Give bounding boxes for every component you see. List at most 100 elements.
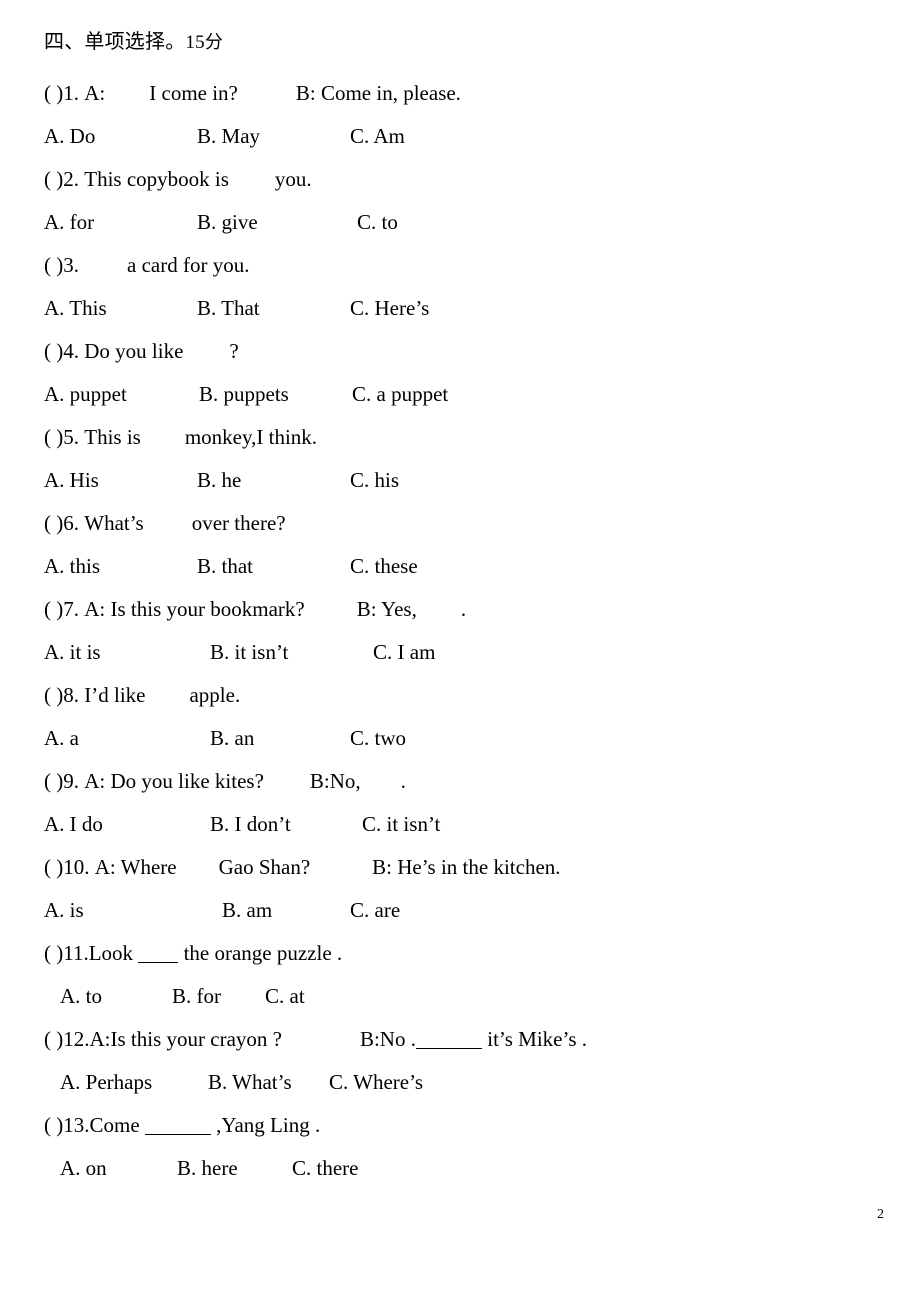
answer-bracket-5[interactable]: ( ) [44,425,63,449]
option-a[interactable]: A. for [44,201,94,244]
question-number-8: 8. [63,683,79,707]
option-c-text: two [374,726,407,750]
option-a[interactable]: A. on [60,1147,107,1190]
exam-page: 四、单项选择。15分 ( )1. A: I come in? B: Come in,… [0,0,920,1302]
option-b[interactable]: B. it isn’t [210,631,288,674]
option-a[interactable]: A. to [60,975,102,1018]
option-b-key: B. [222,898,242,922]
question-number-11: 11. [63,941,89,965]
answer-bracket-12[interactable]: ( ) [44,1027,63,1051]
option-a[interactable]: A. I do [44,803,103,846]
option-c-text: to [381,210,398,234]
option-b[interactable]: B. an [210,717,254,760]
option-a[interactable]: A. His [44,459,99,502]
question-8-stem-after: apple. [189,683,241,707]
question-12-stem-before: A:Is this your crayon ? [89,1027,282,1051]
option-b[interactable]: B. for [172,975,221,1018]
option-c-text: at [289,984,305,1008]
page-content: 四、单项选择。15分 ( )1. A: I come in? B: Come in,… [44,26,884,1190]
option-a[interactable]: A. puppet [44,373,127,416]
option-a[interactable]: A. it is [44,631,101,674]
option-a[interactable]: A. is [44,889,84,932]
option-a-text: on [85,1156,107,1180]
option-c-key: C. [350,898,370,922]
option-b-text: that [221,554,254,578]
section-marks-value: 15 [185,32,205,53]
answer-bracket-8[interactable]: ( ) [44,683,63,707]
option-a[interactable]: A. This [44,287,107,330]
option-a-text: for [69,210,95,234]
answer-bracket-6[interactable]: ( ) [44,511,63,535]
option-c[interactable]: C. Am [350,115,405,158]
option-b-text: he [221,468,242,492]
option-b[interactable]: B. What’s [208,1061,292,1104]
option-a[interactable]: A. a [44,717,79,760]
question-4-options: A. puppet B. puppets C. a puppet [44,373,884,416]
option-b-text: it isn’t [234,640,289,664]
option-b[interactable]: B. am [222,889,272,932]
option-b-key: B. [177,1156,197,1180]
option-b[interactable]: B. That [197,287,260,330]
answer-bracket-4[interactable]: ( ) [44,339,63,363]
option-b[interactable]: B. May [197,115,260,158]
question-7-stem: ( )7. A: Is this your bookmark? B: Yes,. [44,588,884,631]
answer-bracket-3[interactable]: ( ) [44,253,63,277]
question-number-13: 13. [63,1113,90,1137]
option-b[interactable]: B. puppets [199,373,289,416]
option-c[interactable]: C. it isn’t [362,803,440,846]
question-10-stem-tail: B: He’s in the kitchen. [372,855,561,879]
option-a-key: A. [44,124,65,148]
option-c-text: his [374,468,400,492]
option-a-text: I do [69,812,103,836]
option-c-key: C. [373,640,393,664]
option-a-text: His [69,468,99,492]
option-c[interactable]: C. a puppet [352,373,448,416]
option-b[interactable]: B. give [197,201,258,244]
option-b-text: here [201,1156,238,1180]
question-5-stem: ( )5. This is monkey,I think. [44,416,884,459]
option-c[interactable]: C. his [350,459,399,502]
option-c[interactable]: C. are [350,889,400,932]
option-c[interactable]: C. Where’s [329,1061,423,1104]
answer-bracket-7[interactable]: ( ) [44,597,63,621]
option-c-text: Where’s [353,1070,424,1094]
option-b-text: puppets [223,382,289,406]
option-a-text: puppet [69,382,127,406]
option-b[interactable]: B. I don’t [210,803,291,846]
answer-bracket-11[interactable]: ( ) [44,941,63,965]
option-b[interactable]: B. here [177,1147,238,1190]
question-12-options: A. Perhaps B. What’s C. Where’s [44,1061,884,1104]
option-b-text: am [246,898,273,922]
question-10-stem-after: Gao Shan? [218,855,311,879]
answer-bracket-1[interactable]: ( ) [44,81,63,105]
option-a[interactable]: A. Do [44,115,95,158]
question-1-stem: ( )1. A: I come in? B: Come in, please. [44,72,884,115]
question-9-stem-before: A: Do you like kites? [84,769,264,793]
section-marks-unit: 分 [204,32,224,53]
question-number-10: 10. [63,855,90,879]
option-b-text: I don’t [234,812,291,836]
answer-bracket-10[interactable]: ( ) [44,855,63,879]
question-2-stem: ( )2. This copybook is you. [44,158,884,201]
answer-bracket-2[interactable]: ( ) [44,167,63,191]
option-b[interactable]: B. that [197,545,253,588]
option-c-text: a puppet [376,382,449,406]
question-12-blank-rule [415,1048,482,1049]
question-5-stem-before: This is [84,425,141,449]
option-a-text: it is [69,640,101,664]
option-b-text: What’s [232,1070,292,1094]
option-a[interactable]: A. this [44,545,100,588]
option-b[interactable]: B. he [197,459,241,502]
question-number-1: 1. [63,81,79,105]
answer-bracket-13[interactable]: ( ) [44,1113,63,1137]
option-a[interactable]: A. Perhaps [60,1061,152,1104]
option-b-key: B. [210,726,230,750]
option-c[interactable]: C. two [350,717,406,760]
option-c[interactable]: C. these [350,545,418,588]
answer-bracket-9[interactable]: ( ) [44,769,63,793]
option-c[interactable]: C. I am [373,631,435,674]
option-c[interactable]: C. Here’s [350,287,429,330]
option-c[interactable]: C. there [292,1147,359,1190]
option-c[interactable]: C. at [265,975,305,1018]
option-c[interactable]: C. to [357,201,398,244]
